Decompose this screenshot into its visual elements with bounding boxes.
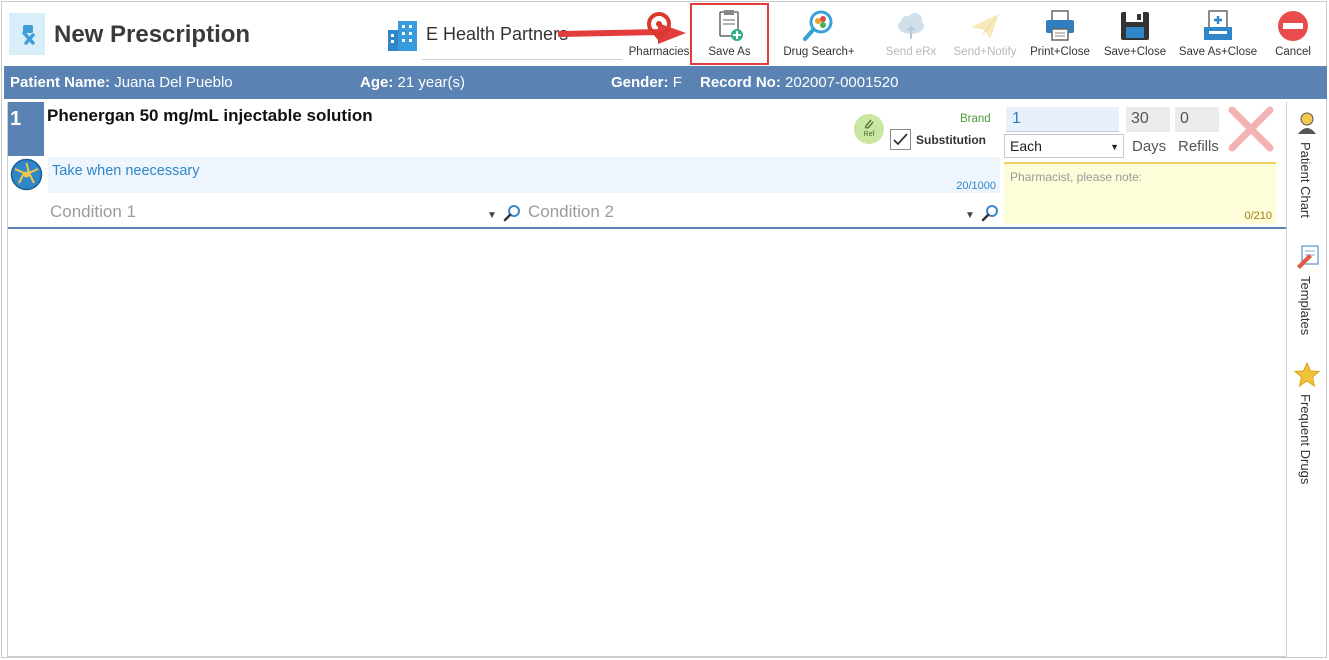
days-input[interactable]: 30 [1126, 107, 1170, 132]
sig-character-count: 20/1000 [956, 180, 996, 192]
save-close-button[interactable]: Save+Close [1100, 6, 1170, 64]
templates-label: Templates [1298, 276, 1313, 336]
patient-name: Juana Del Pueblo [114, 74, 233, 91]
delete-prescription-icon[interactable] [1228, 106, 1274, 152]
sig-input[interactable]: Take when neecessary 20/1000 [48, 157, 1000, 193]
printer-icon [1046, 10, 1074, 41]
star-icon [1294, 362, 1320, 388]
patient-gender: F [672, 74, 682, 91]
prescription-window: New Prescription E Health Partners Pharm… [1, 1, 1327, 658]
cancel-label: Cancel [1275, 46, 1311, 58]
save-as-close-document-icon [1204, 10, 1232, 40]
patient-chart-label: Patient Chart [1298, 142, 1313, 218]
pharmacy-pin-icon [647, 12, 671, 41]
drug-search-button[interactable]: Drug Search+ [778, 6, 860, 64]
send-erx-label: Send eRx [885, 46, 937, 58]
print-close-label: Print+Close [1030, 46, 1090, 58]
pharmacies-button[interactable]: Pharmacies [624, 6, 694, 64]
save-as-close-button[interactable]: Save As+Close [1174, 6, 1262, 64]
patient-name-field: Patient Name: Juana Del Pueblo [10, 74, 233, 91]
pharmacist-note-input[interactable]: Pharmacist, please note: 0/210 [1004, 162, 1276, 224]
days-label: Days [1132, 138, 1167, 155]
organization-selector[interactable]: E Health Partners [426, 24, 568, 45]
sig-globe-icon[interactable] [10, 158, 43, 191]
drug-search-magnifier-icon [803, 10, 833, 41]
send-erx-button[interactable]: Send eRx [876, 6, 946, 64]
page-title: New Prescription [54, 21, 251, 48]
side-tab-patient-chart[interactable]: Patient Chart [1292, 110, 1322, 235]
building-icon [388, 21, 417, 51]
substitution-checkbox[interactable] [890, 129, 911, 150]
unit-select-value: Each [1010, 138, 1042, 154]
patient-name-label: Patient Name: [10, 74, 111, 91]
organization-underline [422, 59, 622, 60]
cancel-icon [1278, 11, 1308, 41]
condition-1-search-icon[interactable] [503, 204, 521, 222]
floppy-disk-icon [1121, 12, 1149, 40]
patient-record: 202007-0001520 [785, 74, 899, 91]
pharmacies-label: Pharmacies [628, 46, 690, 58]
sig-text: Take when neecessary [52, 163, 200, 179]
patient-age: 21 year(s) [397, 74, 466, 91]
save-as-close-label: Save As+Close [1178, 46, 1258, 58]
prescription-number: 1 [8, 102, 44, 156]
refills-label: Refills [1178, 138, 1219, 155]
prescription-list: 1 Phenergan 50 mg/mL injectable solution… [7, 102, 1287, 657]
drug-name[interactable]: Phenergan 50 mg/mL injectable solution [47, 106, 373, 126]
condition-2-search-icon[interactable] [981, 204, 999, 222]
patient-age-field: Age: 21 year(s) [360, 74, 465, 91]
checkmark-icon [893, 133, 908, 146]
side-tab-frequent-drugs[interactable]: Frequent Drugs [1292, 362, 1322, 502]
frequent-drugs-label: Frequent Drugs [1298, 394, 1313, 485]
send-notify-button[interactable]: Send+Notify [948, 6, 1022, 64]
condition-2-dropdown-icon[interactable]: ▼ [965, 210, 975, 221]
substitution-label: Substitution [916, 133, 986, 147]
side-tab-templates[interactable]: Templates [1292, 244, 1322, 354]
condition-1-dropdown-icon[interactable]: ▼ [487, 210, 497, 221]
refills-input[interactable]: 0 [1175, 107, 1219, 132]
patient-record-field: Record No: 202007-0001520 [700, 74, 898, 91]
paperclip-icon [865, 119, 874, 129]
condition-2-input[interactable]: Condition 2 [528, 202, 614, 222]
prescription-item: 1 Phenergan 50 mg/mL injectable solution… [8, 102, 1286, 229]
chevron-down-icon: ▼ [1110, 142, 1119, 152]
patient-age-label: Age: [360, 74, 394, 91]
cloud-upload-icon [898, 13, 924, 39]
patient-info-bar: Patient Name: Juana Del Pueblo Age: 21 y… [4, 66, 1327, 99]
reference-button[interactable]: Ref [854, 114, 884, 144]
quantity-input[interactable]: 1 [1006, 107, 1119, 132]
paper-plane-icon [971, 14, 999, 39]
brand-label: Brand [960, 113, 991, 125]
unit-select[interactable]: Each ▼ [1004, 134, 1124, 158]
print-close-button[interactable]: Print+Close [1024, 6, 1096, 64]
save-close-label: Save+Close [1103, 46, 1167, 58]
patient-chart-icon [1298, 112, 1316, 134]
pharmacist-note-count: 0/210 [1244, 210, 1272, 222]
drug-search-label: Drug Search+ [783, 46, 855, 58]
cancel-button[interactable]: Cancel [1264, 6, 1322, 64]
send-notify-label: Send+Notify [953, 46, 1017, 58]
condition-1-input[interactable]: Condition 1 [50, 202, 136, 222]
templates-icon [1297, 245, 1319, 269]
patient-record-label: Record No: [700, 74, 781, 91]
patient-gender-field: Gender: F [611, 74, 682, 91]
prescription-logo-icon [9, 13, 45, 55]
reference-label: Ref [863, 131, 875, 138]
save-as-highlight [690, 3, 769, 65]
pharmacist-note-placeholder: Pharmacist, please note: [1010, 170, 1143, 184]
patient-gender-label: Gender: [611, 74, 669, 91]
